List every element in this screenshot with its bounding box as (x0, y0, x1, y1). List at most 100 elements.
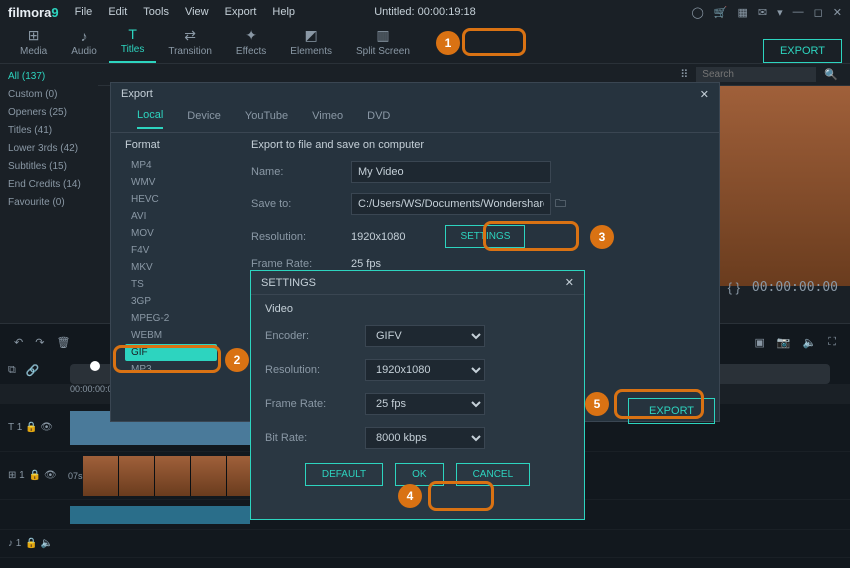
export-button-top[interactable]: EXPORT (763, 39, 842, 63)
tab-effects[interactable]: ✦Effects (224, 23, 278, 63)
framerate-label: Frame Rate: (251, 258, 351, 270)
format-f4v[interactable]: F4V (125, 242, 217, 259)
export-desc: Export to file and save on computer (251, 139, 424, 151)
settings-framerate-label: Frame Rate: (265, 398, 365, 410)
tab-transition[interactable]: ⇄Transition (156, 23, 224, 63)
tab-elements[interactable]: ◩Elements (278, 23, 344, 63)
view-grid-icon[interactable]: ⠿ (680, 68, 688, 81)
menu-export[interactable]: Export (225, 6, 257, 18)
resolution-select[interactable]: 1920x1080 (365, 359, 485, 381)
main-menu: File Edit Tools View Export Help (75, 6, 295, 18)
name-label: Name: (251, 166, 351, 178)
framerate-select[interactable]: 25 fps (365, 393, 485, 415)
tab-audio[interactable]: ♪Audio (59, 24, 109, 63)
step-marker-5: 5 (585, 392, 609, 416)
grid-icon[interactable]: ▦ (737, 6, 747, 19)
format-avi[interactable]: AVI (125, 208, 217, 225)
format-wmv[interactable]: WMV (125, 174, 217, 191)
camera-icon[interactable]: 📷 (777, 336, 791, 349)
clip-start-label: 07s (68, 471, 83, 481)
sidebar-item-favourite[interactable]: Favourite (0) (8, 194, 90, 212)
transition-icon: ⇄ (184, 27, 196, 44)
track-audio[interactable]: ♪ 1 🔒 🔈 (0, 530, 850, 558)
resolution-value: 1920x1080 (351, 231, 405, 243)
layers-icon[interactable]: ⧉ (8, 364, 16, 377)
export-tab-device[interactable]: Device (187, 110, 221, 128)
format-gif[interactable]: GIF (125, 344, 217, 361)
format-mkv[interactable]: MKV (125, 259, 217, 276)
export-tab-dvd[interactable]: DVD (367, 110, 390, 128)
step-marker-4: 4 (398, 484, 422, 508)
format-mov[interactable]: MOV (125, 225, 217, 242)
main-tabs: ⊞Media ♪Audio TTitles ⇄Transition ✦Effec… (0, 24, 850, 64)
document-title: Untitled: 00:00:19:18 (374, 6, 476, 18)
default-button[interactable]: DEFAULT (305, 463, 383, 486)
sidebar-item-custom[interactable]: Custom (0) (8, 86, 90, 104)
sidebar-item-endcredits[interactable]: End Credits (14) (8, 176, 90, 194)
step-marker-2: 2 (225, 348, 249, 372)
sidebar-item-lower3rds[interactable]: Lower 3rds (42) (8, 140, 90, 158)
category-sidebar: All (137) Custom (0) Openers (25) Titles… (0, 64, 98, 324)
sidebar-item-openers[interactable]: Openers (25) (8, 104, 90, 122)
step-marker-3: 3 (590, 225, 614, 249)
account-icon[interactable]: ◯ (691, 6, 703, 19)
menu-edit[interactable]: Edit (108, 6, 127, 18)
redo-icon[interactable]: ↷ (35, 336, 44, 349)
screenshot-icon[interactable]: ▣ (754, 336, 764, 349)
search-icon[interactable]: 🔍 (824, 68, 838, 81)
export-button-bottom[interactable]: EXPORT (628, 398, 715, 424)
export-tab-vimeo[interactable]: Vimeo (312, 110, 343, 128)
minimize-icon[interactable]: — (793, 6, 804, 18)
video-clip[interactable] (83, 456, 263, 496)
format-webm[interactable]: WEBM (125, 327, 217, 344)
menu-view[interactable]: View (185, 6, 209, 18)
sidebar-item-subtitles[interactable]: Subtitles (15) (8, 158, 90, 176)
dropdown-icon[interactable]: ▾ (777, 6, 783, 19)
settings-close-icon[interactable]: ✕ (565, 276, 574, 289)
maximize-icon[interactable]: ◻ (814, 6, 823, 19)
title-bar: filmora9 File Edit Tools View Export Hel… (0, 0, 850, 24)
resolution-label: Resolution: (251, 231, 351, 243)
search-input[interactable] (696, 67, 816, 82)
tab-titles[interactable]: TTitles (109, 22, 157, 63)
export-close-icon[interactable]: ✕ (700, 88, 709, 101)
speaker-icon[interactable]: 🔈 (803, 336, 817, 349)
cart-icon[interactable]: 🛒 (714, 6, 728, 19)
folder-icon[interactable]: 🗀 (555, 195, 566, 214)
fullscreen-icon[interactable]: ⛶ (828, 336, 836, 349)
format-ts[interactable]: TS (125, 276, 217, 293)
sidebar-item-titles[interactable]: Titles (41) (8, 122, 90, 140)
menu-tools[interactable]: Tools (143, 6, 169, 18)
link-icon[interactable]: 🔗 (26, 364, 40, 377)
preview-timecode: 00:00:00:00 (752, 280, 838, 295)
app-logo: filmora9 (8, 5, 59, 20)
tab-split-screen[interactable]: ▥Split Screen (344, 23, 422, 63)
effects-icon: ✦ (245, 27, 257, 44)
format-mp4[interactable]: MP4 (125, 157, 217, 174)
menu-help[interactable]: Help (272, 6, 295, 18)
save-path-input[interactable] (351, 193, 551, 215)
close-window-icon[interactable]: ✕ (833, 6, 842, 19)
format-3gp[interactable]: 3GP (125, 293, 217, 310)
tab-media[interactable]: ⊞Media (8, 23, 59, 63)
menu-file[interactable]: File (75, 6, 93, 18)
titles-icon: T (128, 26, 137, 42)
bitrate-select[interactable]: 8000 kbps (365, 427, 485, 449)
settings-button[interactable]: SETTINGS (445, 225, 525, 248)
mail-icon[interactable]: ✉ (758, 6, 767, 19)
audio-clip[interactable] (70, 506, 250, 524)
cancel-button[interactable]: CANCEL (456, 463, 531, 486)
ok-button[interactable]: OK (395, 463, 443, 486)
name-input[interactable] (351, 161, 551, 183)
undo-icon[interactable]: ↶ (14, 336, 23, 349)
export-tab-local[interactable]: Local (137, 109, 163, 129)
encoder-select[interactable]: GIFV (365, 325, 485, 347)
format-mp3[interactable]: MP3 (125, 361, 217, 378)
format-mpeg2[interactable]: MPEG-2 (125, 310, 217, 327)
delete-icon[interactable]: 🗑 (56, 336, 70, 349)
sidebar-item-all[interactable]: All (137) (8, 68, 90, 86)
split-icon: ▥ (376, 27, 389, 44)
braces-icon[interactable]: { } (728, 280, 740, 295)
export-tab-youtube[interactable]: YouTube (245, 110, 288, 128)
format-hevc[interactable]: HEVC (125, 191, 217, 208)
